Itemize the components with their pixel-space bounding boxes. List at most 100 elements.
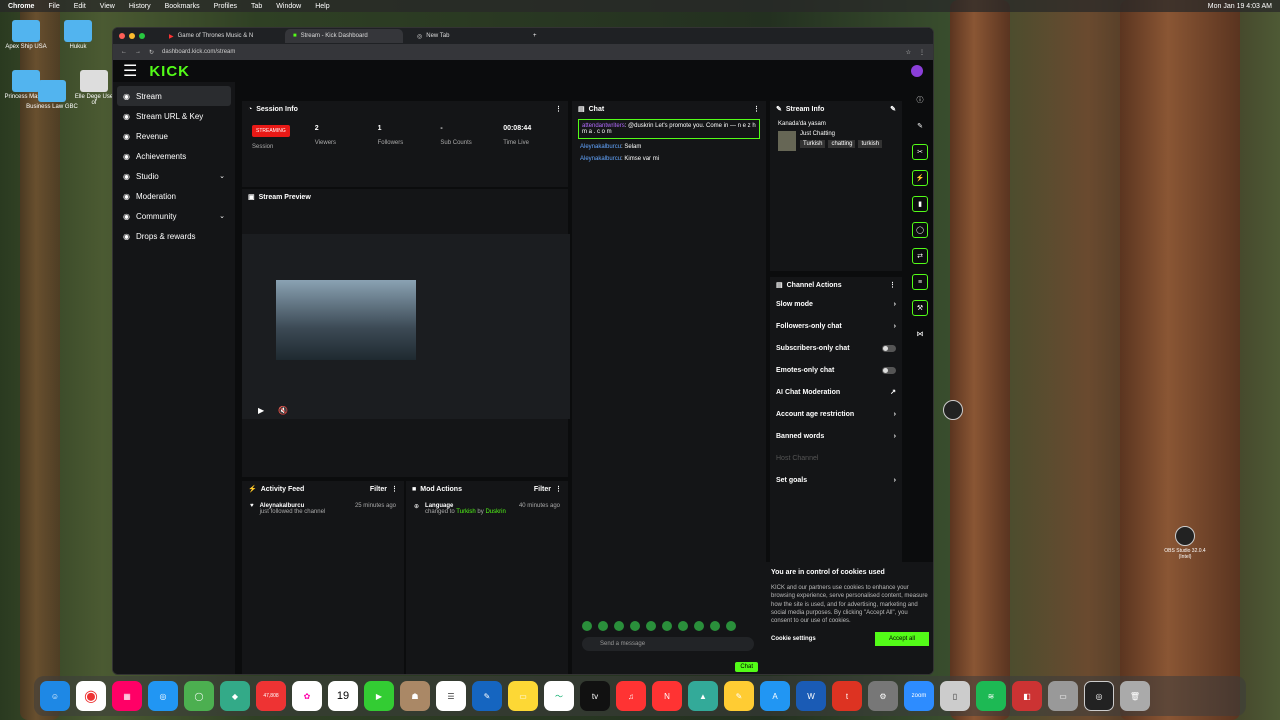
reload-icon[interactable]: ↻ (149, 49, 154, 56)
sidebar-item[interactable]: ◉ Studio ⌄ (117, 166, 231, 186)
desktop-icon[interactable]: Apex Ship USA (0, 20, 52, 50)
server-icon[interactable]: ≡ (912, 274, 928, 290)
system-settings-icon[interactable]: ⚙ (868, 681, 898, 711)
photos-icon[interactable]: ✿ (292, 681, 322, 711)
mute-icon[interactable]: 🔇 (278, 406, 288, 415)
clock[interactable]: Mon Jan 19 4:03 AM (1208, 3, 1272, 10)
keynote-icon[interactable]: ▲ (688, 681, 718, 711)
accept-cookies-button[interactable]: Accept all (874, 631, 929, 647)
notes-icon[interactable]: ▮ (912, 196, 928, 212)
app-icon[interactable]: ◧ (1012, 681, 1042, 711)
menu-view[interactable]: View (100, 3, 115, 10)
more-icon[interactable]: ⋮ (753, 105, 760, 113)
launchpad-icon[interactable]: ▦ (112, 681, 142, 711)
url-input[interactable]: dashboard.kick.com/stream (162, 49, 898, 55)
menu-window[interactable]: Window (276, 3, 301, 10)
chat-input[interactable]: Send a message (582, 637, 754, 651)
spotify-icon[interactable]: ≋ (976, 681, 1006, 711)
sidebar-item[interactable]: ◉ Stream URL & Key (117, 106, 231, 126)
desktop-icon[interactable]: Elle Dege Use of (74, 70, 114, 106)
raid-icon[interactable]: ⇄ (912, 248, 928, 264)
freeform-icon[interactable]: ✎ (472, 681, 502, 711)
maximize-icon[interactable] (139, 33, 145, 39)
filter-button[interactable]: Filter (534, 486, 551, 493)
apple-tv-icon[interactable]: tv (580, 681, 610, 711)
mail-icon[interactable]: 47,808 (256, 681, 286, 711)
sidebar-item[interactable]: ◉ Achievements (117, 146, 231, 166)
menu-edit[interactable]: Edit (74, 3, 86, 10)
news-icon[interactable]: N (652, 681, 682, 711)
chevron-down-icon[interactable]: ⌄ (219, 172, 225, 180)
sidebar-item[interactable]: ◉ Community ⌄ (117, 206, 231, 226)
menu-help[interactable]: Help (315, 3, 329, 10)
channel-action[interactable]: AI Chat Moderation ↗ (770, 381, 902, 403)
desktop-icon[interactable]: Business Law GBC (26, 80, 78, 110)
maps-icon[interactable]: ◆ (220, 681, 250, 711)
chat-message[interactable]: Aleynakalburcu: Selam (572, 141, 766, 153)
contacts-icon[interactable]: ☗ (400, 681, 430, 711)
calendar-icon[interactable]: 19 (328, 681, 358, 711)
tumblr-icon[interactable]: t (832, 681, 862, 711)
trash-icon[interactable]: 🗑 (1120, 681, 1150, 711)
menu-profiles[interactable]: Profiles (214, 3, 237, 10)
notes-icon[interactable]: ▭ (508, 681, 538, 711)
menubar-app[interactable]: Chrome (8, 3, 34, 10)
hamburger-icon[interactable]: ☰ (123, 61, 137, 81)
obs-desktop-icon[interactable]: OBS Studio 32.0.4 (Intel) (1160, 526, 1210, 560)
emote-bar[interactable] (582, 621, 736, 631)
clip-icon[interactable]: ✂ (912, 144, 928, 160)
desktop-icon[interactable]: Hukuk (52, 20, 104, 50)
more-icon[interactable]: ⋮ (391, 485, 398, 493)
messages-icon[interactable]: ◯ (184, 681, 214, 711)
menu-icon[interactable]: ⋮ (919, 49, 925, 56)
more-icon[interactable]: ⋮ (555, 105, 562, 113)
facetime-icon[interactable]: ▶ (364, 681, 394, 711)
word-icon[interactable]: W (796, 681, 826, 711)
sidebar-item[interactable]: ◉ Drops & rewards (117, 226, 231, 246)
chat-message[interactable]: Aleynakalburcu: Kimse var mi (572, 153, 766, 165)
sidebar-item[interactable]: ◉ Moderation (117, 186, 231, 206)
forward-icon[interactable]: → (135, 49, 141, 55)
chrome-icon[interactable]: ◉ (76, 681, 106, 711)
channel-action[interactable]: Account age restriction › (770, 403, 902, 425)
more-icon[interactable]: ⋮ (889, 281, 896, 289)
channel-action[interactable]: Slow mode › (770, 293, 902, 315)
obs-dock-icon[interactable]: ◎ (1084, 681, 1114, 711)
info-icon[interactable]: ⓘ (912, 92, 928, 108)
share-icon[interactable]: ⋈ (912, 326, 928, 342)
pencil-icon[interactable]: ✎ (912, 118, 928, 134)
stream-preview-video[interactable]: ▶ 🔇 (242, 234, 570, 419)
chat-send-button[interactable]: Chat (735, 662, 758, 672)
channel-action[interactable]: Emotes-only chat (770, 359, 902, 381)
channel-action[interactable]: Banned words › (770, 425, 902, 447)
sidebar-item[interactable]: ◉ Revenue (117, 126, 231, 146)
menu-history[interactable]: History (129, 3, 151, 10)
edit-icon[interactable]: ✎ (890, 105, 896, 113)
back-icon[interactable]: ← (121, 49, 127, 55)
channel-action[interactable]: Set goals › (770, 469, 902, 491)
tools-icon[interactable]: ⚒ (912, 300, 928, 316)
play-icon[interactable]: ▶ (258, 406, 264, 415)
channel-action[interactable]: Subscribers-only chat (770, 337, 902, 359)
freeform-board-icon[interactable]: 〜 (544, 681, 574, 711)
cookie-settings-button[interactable]: Cookie settings (771, 635, 816, 643)
close-icon[interactable] (119, 33, 125, 39)
chat-message[interactable]: attendantwriters: @duskrin Let's promote… (578, 119, 760, 139)
zoom-icon[interactable]: zoom (904, 681, 934, 711)
toggle[interactable] (882, 366, 896, 374)
chat-icon[interactable]: ◯ (912, 222, 928, 238)
menu-bookmarks[interactable]: Bookmarks (165, 3, 200, 10)
sidebar-item[interactable]: ◉ Stream (117, 86, 231, 106)
finder-icon[interactable]: ☺ (40, 681, 70, 711)
preview-icon[interactable]: ▯ (940, 681, 970, 711)
kick-logo[interactable]: KICK (149, 63, 190, 80)
screen-icon[interactable]: ▭ (1048, 681, 1078, 711)
tab-new[interactable]: ◎ New Tab (409, 29, 527, 43)
menu-tab[interactable]: Tab (251, 3, 262, 10)
bookmark-star-icon[interactable]: ☆ (906, 49, 911, 56)
pages-icon[interactable]: ✎ (724, 681, 754, 711)
tab-youtube[interactable]: ▶ Game of Thrones Music & N (161, 29, 279, 43)
tab-kick[interactable]: ■ Stream - Kick Dashboard (285, 29, 403, 43)
new-tab-button[interactable]: + (533, 33, 537, 39)
music-icon[interactable]: ♫ (616, 681, 646, 711)
